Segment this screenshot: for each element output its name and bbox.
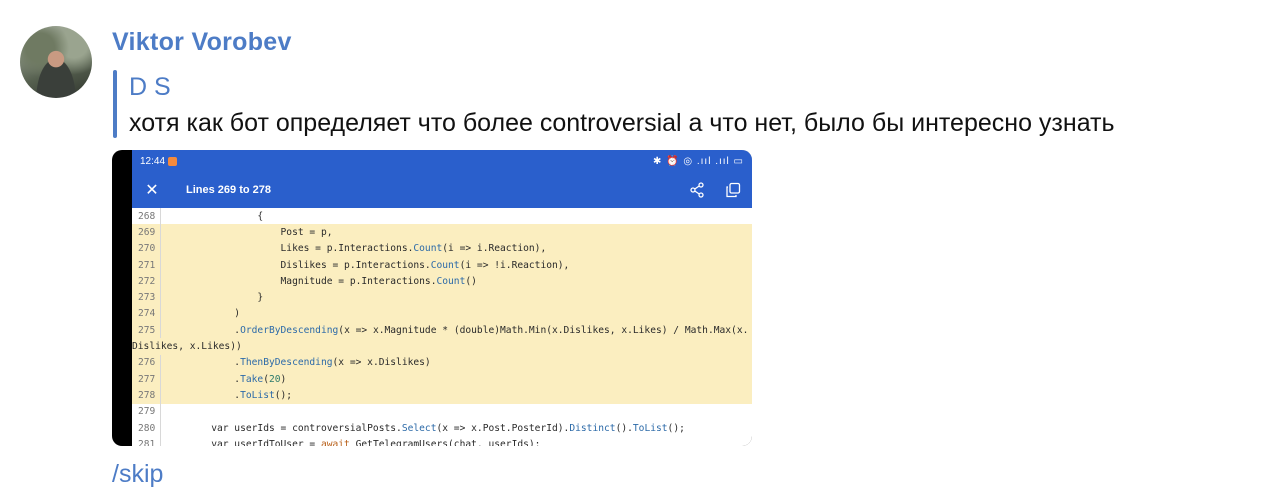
code-text: Post = p, [165,226,333,238]
avatar[interactable] [20,26,92,98]
screenshot-content: 12:44 ✱ ⏰ ◎ .ııl .ııl ▭ ✕ Lines 269 to 2… [132,150,752,446]
toolbar-title: Lines 269 to 278 [186,184,271,196]
line-number: 275 [132,324,160,336]
code-text: .Take(20) [165,373,287,385]
code-text: ) [165,308,241,320]
skip-command-link[interactable]: /skip [112,460,163,489]
line-number: 268 [138,210,156,222]
code-line: 277 .Take(20) [132,370,752,388]
code-line: 268 { [132,208,752,225]
notification-icon [168,156,178,166]
line-number: 281 [138,438,156,446]
line-number: 273 [132,292,160,304]
line-number: 279 [138,406,156,418]
code-text: var userIds = controversialPosts.Select(… [165,422,685,434]
code-text: Magnitude = p.Interactions.Count() [165,275,477,287]
code-view: 268 {269 Post = p, 270 Likes = p.Interact… [132,208,752,446]
line-number: 272 [132,275,160,287]
code-line: 279 [132,403,752,420]
status-bar: 12:44 ✱ ⏰ ◎ .ııl .ııl ▭ [132,150,752,172]
gutter-divider [160,403,161,420]
code-text: Likes = p.Interactions.Count(i => i.Reac… [165,243,547,255]
code-text: .ToList(); [165,389,293,401]
status-icons: ✱ ⏰ ◎ .ııl .ııl ▭ [652,155,744,167]
code-line: 274 ) [132,305,752,323]
code-line: 269 Post = p, [132,224,752,241]
code-line: 276 .ThenByDescending(x => x.Dislikes) [132,354,752,371]
reply-text[interactable]: хотя как бот определяет что более contro… [129,109,1115,138]
line-number: 276 [132,357,160,369]
copy-icon [724,181,742,199]
code-line: 273 } [132,289,752,306]
code-text: { [165,210,264,222]
status-time: 12:44 [140,155,166,167]
line-number: 278 [132,389,160,401]
share-icon [688,181,706,199]
code-line: 271 Dislikes = p.Interactions.Count(i =>… [132,256,752,274]
code-text: Dislikes = p.Interactions.Count(i => !i.… [165,259,570,271]
reply-author[interactable]: D S [129,73,171,102]
code-line: 270 Likes = p.Interactions.Count(i => i.… [132,240,752,257]
code-line: 281 var userIdToUser = await GetTelegram… [132,436,752,446]
code-text: .OrderByDescending(x => x.Magnitude * (d… [165,324,749,336]
code-line: 278 .ToList(); [132,387,752,404]
line-number: 280 [138,422,156,434]
code-line: 280 var userIds = controversialPosts.Sel… [132,419,752,437]
line-number: 270 [132,243,160,255]
line-number: 274 [132,308,160,320]
code-line: 272 Magnitude = p.Interactions.Count() [132,273,752,290]
code-line: 275 .OrderByDescending(x => x.Magnitude … [132,322,752,339]
reply-bar [113,70,117,138]
code-screenshot[interactable]: 12:44 ✱ ⏰ ◎ .ııl .ııl ▭ ✕ Lines 269 to 2… [112,150,752,446]
code-line: Dislikes, x.Likes)) [132,338,752,355]
sender-name[interactable]: Viktor Vorobev [112,28,292,57]
close-icon: ✕ [145,182,159,199]
code-text: Dislikes, x.Likes)) [132,341,242,353]
line-number: 269 [132,226,160,238]
code-text: .ThenByDescending(x => x.Dislikes) [165,357,431,369]
line-number: 277 [132,373,160,385]
code-text: } [165,292,264,304]
code-text: var userIdToUser = await GetTelegramUser… [165,438,541,446]
screenshot-toolbar: ✕ Lines 269 to 278 [132,172,752,208]
line-number: 271 [132,259,160,271]
